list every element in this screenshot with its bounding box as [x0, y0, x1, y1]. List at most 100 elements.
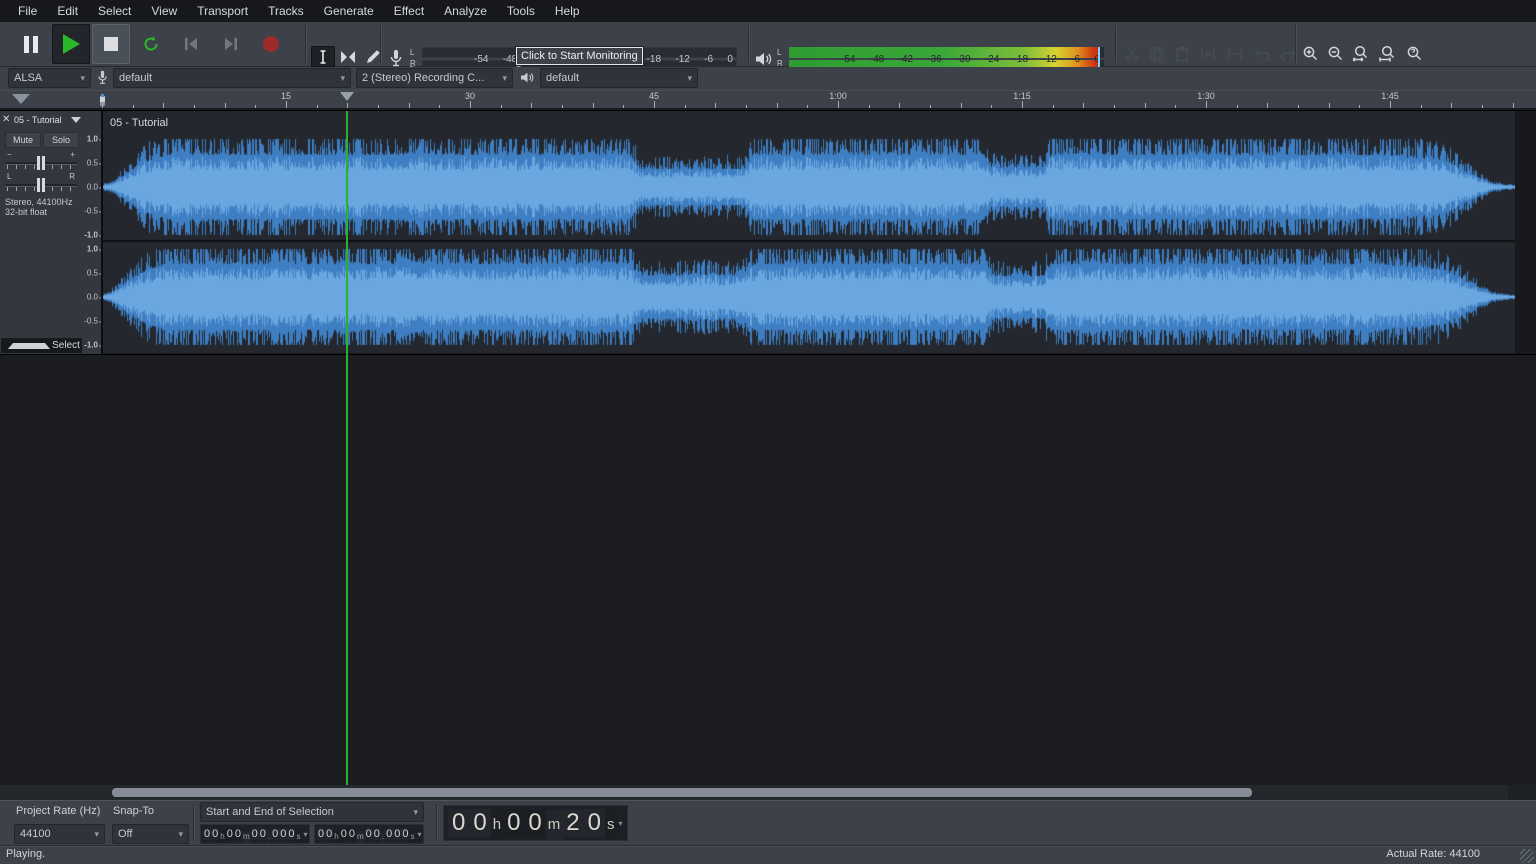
time-unit[interactable]: m	[242, 831, 251, 843]
waveform-canvas[interactable]	[103, 111, 1515, 353]
time-unit[interactable]: s	[409, 831, 415, 843]
time-digit[interactable]: 0	[448, 809, 469, 837]
collapse-icon[interactable]	[8, 343, 50, 349]
vertical-scale-ruler[interactable]: 1.00.50.0-0.5-1.01.00.50.0-0.5-1.0	[83, 111, 103, 354]
recording-channels-value: 2 (Stereo) Recording C...	[362, 72, 484, 84]
time-digit[interactable]: 0	[287, 828, 295, 840]
track-select-bar[interactable]: Select	[1, 338, 82, 353]
resize-grip[interactable]	[1520, 849, 1534, 863]
time-digit[interactable]: 0	[524, 809, 545, 837]
envelope-tool-button[interactable]	[336, 46, 360, 67]
menu-file[interactable]: File	[8, 0, 47, 22]
time-digit[interactable]: 0	[365, 828, 373, 840]
time-digit[interactable]: 0	[251, 828, 259, 840]
audio-host-dropdown[interactable]: ALSA▾	[8, 68, 91, 88]
track-close-icon[interactable]: ✕	[2, 114, 14, 125]
track-control-panel[interactable]: ✕ 05 - Tutorial Mute Solo −+ LR Stereo, …	[0, 111, 84, 354]
time-digit[interactable]: 0	[271, 828, 279, 840]
time-digit[interactable]: 0	[401, 828, 409, 840]
menu-tracks[interactable]: Tracks	[258, 0, 314, 22]
scrollbar-thumb[interactable]	[112, 788, 1252, 797]
menu-effect[interactable]: Effect	[384, 0, 434, 22]
pan-slider[interactable]: LR	[5, 175, 77, 191]
menu-select[interactable]: Select	[88, 0, 141, 22]
time-format-chevron[interactable]: ▾	[303, 830, 307, 839]
time-digit[interactable]: 0	[373, 828, 381, 840]
time-digit[interactable]: 0	[203, 828, 211, 840]
selection-end-field[interactable]: 00h00m00.000s▾	[314, 824, 424, 844]
zoom-toggle-icon[interactable]	[1406, 45, 1423, 62]
time-digit[interactable]: 0	[234, 828, 242, 840]
skip-to-start-button[interactable]	[172, 24, 210, 64]
time-digit[interactable]: 2	[562, 809, 583, 837]
time-unit[interactable]: s	[295, 831, 301, 843]
menu-view[interactable]: View	[141, 0, 187, 22]
silence-audio-icon[interactable]	[1226, 46, 1244, 62]
time-digit[interactable]: 0	[226, 828, 234, 840]
time-digit[interactable]: 0	[348, 828, 356, 840]
time-digit[interactable]: 0	[469, 809, 490, 837]
gain-slider[interactable]: −+	[5, 153, 77, 169]
track-menu-icon[interactable]	[71, 117, 81, 123]
recording-channels-dropdown[interactable]: 2 (Stereo) Recording C...▾	[356, 68, 513, 88]
trim-audio-icon[interactable]	[1199, 46, 1217, 62]
menu-analyze[interactable]: Analyze	[434, 0, 497, 22]
timeline-ruler[interactable]: 1530451:001:151:301:45	[0, 90, 1536, 109]
pan-slider-thumb[interactable]	[37, 178, 45, 192]
time-format-chevron[interactable]: ▾	[619, 819, 623, 828]
playback-device-dropdown[interactable]: default▾	[540, 68, 698, 88]
time-unit[interactable]: m	[356, 831, 365, 843]
selection-tool-icon	[316, 49, 330, 65]
skip-to-end-button[interactable]	[212, 24, 250, 64]
paste-icon[interactable]	[1174, 46, 1190, 62]
stop-button[interactable]	[92, 24, 130, 64]
time-digit[interactable]: 0	[259, 828, 267, 840]
time-digit[interactable]: 0	[211, 828, 219, 840]
menu-edit[interactable]: Edit	[47, 0, 88, 22]
playhead-triangle[interactable]	[340, 92, 354, 101]
project-rate-dropdown[interactable]: 44100▾	[14, 824, 105, 844]
time-digit[interactable]: 0	[503, 809, 524, 837]
zoom-out-icon[interactable]	[1327, 45, 1344, 62]
recording-device-dropdown[interactable]: default▾	[113, 68, 351, 88]
time-format-chevron[interactable]: ▾	[417, 830, 421, 839]
loop-button[interactable]	[132, 24, 170, 64]
pinned-playhead-toggle[interactable]	[12, 94, 30, 104]
audio-position-counter[interactable]: 00h00m20s▾	[443, 805, 628, 841]
fit-selection-icon[interactable]	[1352, 45, 1371, 62]
menu-help[interactable]: Help	[545, 0, 590, 22]
cut-icon[interactable]	[1124, 46, 1140, 62]
copy-icon[interactable]	[1149, 46, 1165, 62]
time-digit[interactable]: 0	[393, 828, 401, 840]
selection-tool-button[interactable]	[311, 46, 335, 67]
redo-icon[interactable]	[1280, 46, 1298, 62]
menu-transport[interactable]: Transport	[187, 0, 258, 22]
mute-button[interactable]: Mute	[5, 132, 41, 148]
time-unit[interactable]: h	[491, 810, 503, 840]
zoom-in-icon[interactable]	[1302, 45, 1319, 62]
pause-button[interactable]	[12, 24, 50, 64]
gain-slider-thumb[interactable]	[37, 156, 45, 170]
time-digit[interactable]: 0	[279, 828, 287, 840]
solo-button[interactable]: Solo	[43, 132, 79, 148]
time-unit[interactable]: s	[605, 810, 617, 840]
menu-tools[interactable]: Tools	[497, 0, 545, 22]
time-digit[interactable]: 0	[317, 828, 325, 840]
horizontal-scrollbar[interactable]	[0, 785, 1536, 800]
monitoring-tooltip[interactable]: Click to Start Monitoring	[516, 47, 643, 65]
draw-tool-button[interactable]	[361, 46, 385, 67]
record-button[interactable]	[252, 24, 290, 64]
selection-start-field[interactable]: 00h00m00.000s▾	[200, 824, 310, 844]
time-digit[interactable]: 0	[325, 828, 333, 840]
time-digit[interactable]: 0	[385, 828, 393, 840]
fit-project-icon[interactable]	[1379, 45, 1398, 62]
time-digit[interactable]: 0	[584, 809, 605, 837]
selection-mode-dropdown[interactable]: Start and End of Selection▾	[200, 802, 424, 822]
play-button[interactable]	[52, 24, 90, 64]
snap-to-dropdown[interactable]: Off▾	[112, 824, 189, 844]
undo-icon[interactable]	[1253, 46, 1271, 62]
track-title[interactable]: 05 - Tutorial	[14, 115, 71, 125]
time-digit[interactable]: 0	[340, 828, 348, 840]
menu-generate[interactable]: Generate	[314, 0, 384, 22]
time-unit[interactable]: m	[546, 810, 563, 840]
